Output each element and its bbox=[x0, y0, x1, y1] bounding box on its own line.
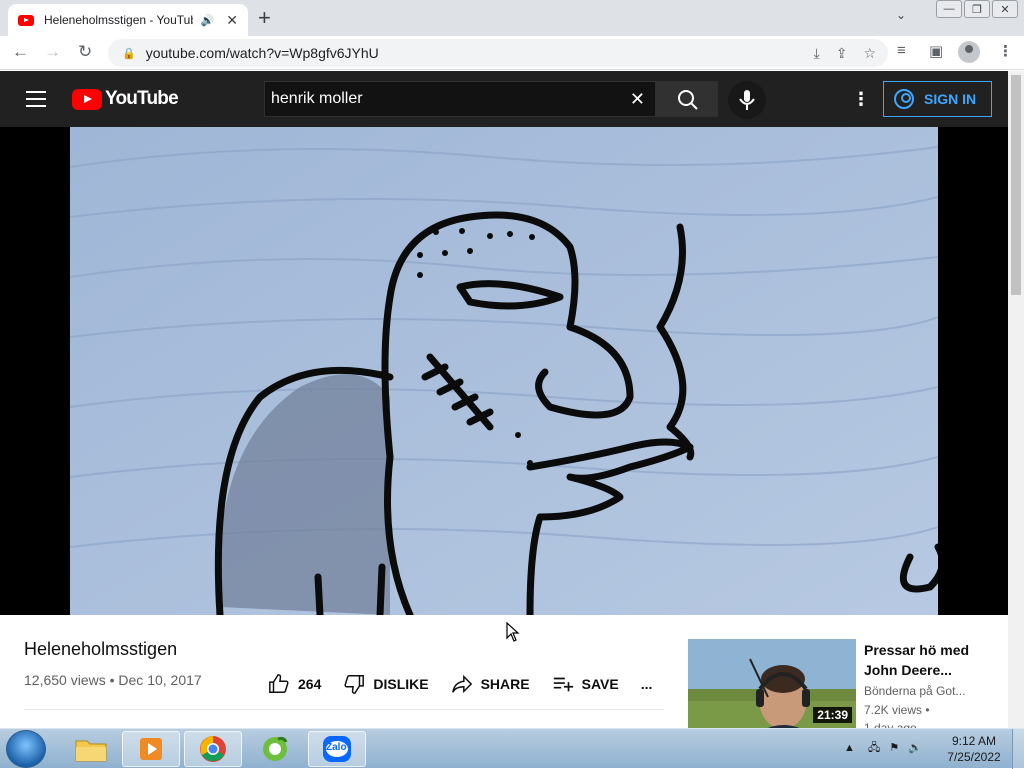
bookmark-star-icon[interactable]: ☆ bbox=[863, 45, 876, 62]
show-desktop-button[interactable] bbox=[1012, 729, 1024, 769]
install-app-icon[interactable]: ⤓ bbox=[814, 45, 820, 62]
media-control-icon[interactable]: ≡ bbox=[897, 42, 906, 59]
tab-close-icon[interactable]: ✕ bbox=[226, 12, 238, 29]
action-center-flag-icon[interactable]: ⚑ bbox=[889, 742, 899, 754]
reload-icon[interactable]: ↻ bbox=[78, 42, 92, 62]
video-player[interactable] bbox=[0, 127, 1008, 615]
restore-button[interactable]: ❐ bbox=[964, 0, 990, 18]
show-hidden-icons-icon[interactable]: ▲ bbox=[844, 742, 855, 754]
video-frame[interactable] bbox=[70, 127, 938, 615]
guide-menu-icon[interactable] bbox=[26, 91, 46, 107]
settings-more-icon[interactable]: ⋮ bbox=[852, 89, 870, 110]
browser-toolbar: ← → ↻ 🔒 youtube.com/watch?v=Wp8gfv6JYhU … bbox=[0, 36, 1024, 70]
save-label: SAVE bbox=[581, 676, 619, 692]
search-button[interactable] bbox=[656, 81, 718, 117]
tab-title: Heleneholmsstigen - YouTube bbox=[44, 13, 193, 27]
side-panel-icon[interactable]: ▣ bbox=[929, 42, 943, 60]
browser-tab-strip: Heleneholmsstigen - YouTube 🔊 ✕ + ⌄ — ❐ … bbox=[0, 0, 1024, 36]
system-clock[interactable]: 9:12 AM 7/25/2022 bbox=[944, 733, 1004, 765]
video-drawing-image bbox=[70, 127, 938, 615]
view-count: 12,650 views bbox=[24, 672, 106, 688]
like-button[interactable]: 264 bbox=[268, 673, 321, 695]
thumbs-up-icon bbox=[269, 674, 289, 693]
clear-search-icon[interactable]: ✕ bbox=[630, 89, 645, 110]
sign-in-button[interactable]: SIGN IN bbox=[883, 81, 992, 117]
chrome-taskbar-icon[interactable] bbox=[184, 731, 242, 767]
video-title: Heleneholmsstigen bbox=[24, 639, 178, 659]
search-input[interactable]: henrik moller ✕ bbox=[264, 81, 656, 117]
recommended-channel-name[interactable]: Bönderna på Got... bbox=[864, 684, 965, 698]
share-arrow-icon bbox=[451, 674, 472, 694]
share-button[interactable]: SHARE bbox=[451, 673, 530, 695]
network-icon[interactable]: 🖧 bbox=[868, 742, 880, 754]
microphone-icon bbox=[739, 90, 755, 110]
media-player-taskbar-icon[interactable] bbox=[122, 731, 180, 767]
chrome-icon bbox=[200, 736, 226, 762]
scrollbar-thumb[interactable] bbox=[1011, 75, 1021, 295]
coccoc-browser-icon bbox=[263, 736, 288, 761]
lock-icon[interactable]: 🔒 bbox=[122, 47, 136, 60]
youtube-play-logo-icon bbox=[72, 88, 102, 110]
file-explorer-taskbar-icon[interactable] bbox=[62, 731, 120, 767]
zalo-taskbar-icon[interactable]: Zalo bbox=[308, 731, 366, 767]
share-page-icon[interactable]: ⇪ bbox=[836, 45, 848, 62]
new-tab-button[interactable]: + bbox=[258, 5, 271, 31]
playlist-add-icon bbox=[553, 677, 573, 692]
profile-avatar-icon[interactable] bbox=[958, 41, 980, 63]
browser-menu-icon[interactable]: ⋮ bbox=[998, 42, 1013, 60]
account-circle-icon bbox=[894, 89, 914, 109]
divider bbox=[24, 709, 664, 710]
minimize-button[interactable]: — bbox=[936, 0, 962, 18]
video-duration: 21:39 bbox=[813, 707, 852, 723]
page-scrollbar[interactable] bbox=[1008, 71, 1024, 728]
dislike-label: DISLIKE bbox=[373, 676, 429, 692]
tab-search-chevron-icon[interactable]: ⌄ bbox=[896, 8, 906, 22]
share-label: SHARE bbox=[480, 676, 530, 692]
sign-in-label: SIGN IN bbox=[924, 91, 977, 107]
video-actions: 264 DISLIKE SHARE SAVE ... bbox=[268, 673, 674, 695]
recommended-view-count: 7.2K views • bbox=[864, 703, 930, 717]
video-metadata: 12,650 views • Dec 10, 2017 bbox=[24, 672, 202, 688]
upload-date: Dec 10, 2017 bbox=[118, 672, 202, 688]
mouse-pointer-icon bbox=[506, 622, 520, 642]
coccoc-taskbar-icon[interactable] bbox=[246, 731, 304, 767]
forward-arrow-icon[interactable]: → bbox=[44, 42, 61, 62]
start-button-windows-icon[interactable] bbox=[6, 730, 46, 768]
search-icon bbox=[678, 90, 698, 110]
address-bar[interactable]: 🔒 youtube.com/watch?v=Wp8gfv6JYhU ⤓ ⇪ ☆ bbox=[108, 39, 888, 67]
window-controls: — ❐ ✕ bbox=[936, 0, 1018, 18]
like-count: 264 bbox=[298, 676, 322, 692]
audio-playing-icon[interactable]: 🔊 bbox=[201, 14, 215, 27]
save-button[interactable]: SAVE bbox=[552, 673, 619, 695]
youtube-logo[interactable]: YouTube bbox=[72, 88, 179, 110]
back-arrow-icon[interactable]: ← bbox=[12, 42, 29, 62]
youtube-wordmark: YouTube bbox=[105, 88, 179, 109]
close-window-button[interactable]: ✕ bbox=[992, 0, 1018, 18]
clock-date: 7/25/2022 bbox=[947, 750, 1001, 764]
voice-search-button[interactable] bbox=[728, 81, 766, 119]
url-text[interactable]: youtube.com/watch?v=Wp8gfv6JYhU bbox=[146, 45, 379, 61]
youtube-masthead: YouTube henrik moller ✕ ⋮ SIGN IN bbox=[0, 71, 1008, 127]
folder-icon bbox=[75, 740, 107, 762]
recommended-video-title[interactable]: Pressar hö med John Deere... bbox=[864, 640, 994, 680]
more-actions-label: ... bbox=[640, 676, 653, 692]
volume-icon[interactable]: 🔊 bbox=[908, 742, 922, 754]
system-tray: ▲ 🖧 ⚑ 🔊 bbox=[844, 739, 922, 758]
video-info-section: Heleneholmsstigen 12,650 views • Dec 10,… bbox=[0, 615, 1008, 735]
dislike-button[interactable]: DISLIKE bbox=[343, 673, 429, 695]
zalo-label: Zalo bbox=[326, 742, 347, 753]
windows-taskbar: Zalo ▲ 🖧 ⚑ 🔊 9:12 AM 7/25/2022 bbox=[0, 728, 1024, 769]
recommended-video-thumbnail[interactable]: 21:39 bbox=[688, 639, 856, 733]
youtube-favicon-icon bbox=[18, 14, 34, 26]
thumbs-down-icon bbox=[344, 675, 365, 694]
clock-time: 9:12 AM bbox=[951, 734, 997, 748]
media-player-icon bbox=[140, 738, 162, 760]
more-actions-button[interactable]: ... bbox=[641, 676, 653, 692]
search-query[interactable]: henrik moller bbox=[271, 90, 363, 108]
browser-tab-active[interactable]: Heleneholmsstigen - YouTube 🔊 ✕ bbox=[8, 4, 248, 36]
meta-separator: • bbox=[109, 672, 115, 688]
